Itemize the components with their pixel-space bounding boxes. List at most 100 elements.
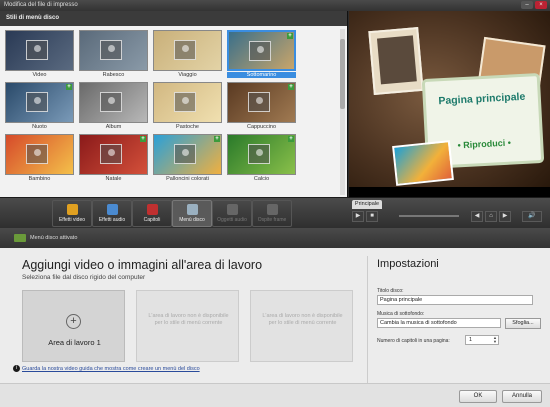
style-thumbnail-image: +: [227, 134, 296, 175]
add-media-subtitle: Seleziona file dal disco rigido del comp…: [22, 274, 146, 281]
preview-bottom-bar: [349, 187, 550, 197]
style-thumbnail-image: +: [79, 134, 148, 175]
photo-placeholder-icon: [100, 144, 122, 164]
area-unavailable-text: L'area di lavoro non è disponibile per l…: [262, 313, 343, 326]
style-thumbnail[interactable]: Album: [79, 82, 148, 132]
music-label: Musica di sottofondo:: [377, 311, 425, 317]
window-titlebar: Modifica del file di impresso – ×: [0, 0, 550, 11]
disc-menu-header: Menù disco attivato: [0, 228, 550, 248]
photo-placeholder-icon: [174, 144, 196, 164]
video-guide-link-text[interactable]: Guarda la nostra video guida che mostra …: [22, 366, 200, 372]
window-controls: – ×: [521, 1, 547, 9]
style-thumbnail[interactable]: Viaggio: [153, 30, 222, 80]
preview-player-controls: Principale ▶ ■ ◀ ⌂ ▶ 🔊: [349, 200, 550, 225]
tool-button[interactable]: Effetti video: [52, 200, 92, 227]
menu-preview: Pagina principale • Riproduci •: [349, 11, 550, 197]
style-thumbnail-image: +: [5, 82, 74, 123]
style-thumbnail-image: +: [227, 30, 296, 71]
close-button[interactable]: ×: [535, 1, 547, 9]
style-thumbnail-image: [79, 82, 148, 123]
style-thumbnail-label: Album: [105, 124, 122, 130]
style-thumbnail[interactable]: + Natale: [79, 134, 148, 184]
speaker-icon: [106, 204, 118, 215]
tool-button[interactable]: Menù disco: [172, 200, 212, 227]
chapters-stepper[interactable]: 1 ▲ ▼: [465, 335, 499, 345]
photo-placeholder-icon: [174, 40, 196, 60]
tool-button: Ospite frame: [252, 200, 292, 227]
photo-placeholder-icon: [248, 92, 270, 112]
menu-style-panel: Stili di menù disco Video Rabesco Viaggio +…: [0, 11, 348, 197]
premium-plus-icon: +: [288, 136, 294, 142]
scrollbar-thumb[interactable]: [340, 39, 345, 109]
disc-menu-status: Menù disco attivato: [30, 235, 78, 241]
stop-icon[interactable]: ■: [366, 211, 378, 222]
principale-tab[interactable]: Principale: [352, 200, 382, 209]
style-thumbnail[interactable]: + Cappuccino: [227, 82, 296, 132]
ok-button[interactable]: OK: [459, 390, 497, 403]
style-thumbnail[interactable]: Pastoche: [153, 82, 222, 132]
style-thumbnail[interactable]: + Sottomarino: [227, 30, 296, 80]
style-panel-scrollbar[interactable]: [340, 29, 345, 195]
settings-title: Impostazioni: [377, 258, 439, 270]
photo-placeholder-icon: [100, 92, 122, 112]
window-title: Modifica del file di impresso: [4, 2, 78, 8]
style-thumbnail[interactable]: Bambino: [5, 134, 74, 184]
cancel-button[interactable]: Annulla: [502, 390, 542, 403]
play-icon[interactable]: ▶: [352, 211, 364, 222]
disc-menu-icon: [186, 204, 198, 215]
premium-plus-icon: +: [66, 84, 72, 90]
browse-button[interactable]: Sfoglia...: [505, 318, 541, 329]
disc-title-input[interactable]: Pagina principale: [377, 295, 533, 305]
tool-button-label: Capitoli: [143, 217, 161, 223]
workspace-area-label: Area di lavoro 1: [48, 338, 101, 347]
preview-photo-thumbnail: [392, 140, 454, 186]
video-guide-link[interactable]: i Guarda la nostra video guida che mostr…: [13, 365, 200, 372]
style-thumbnail-image: [79, 30, 148, 71]
style-thumbnail[interactable]: + Calcio: [227, 134, 296, 184]
photo-placeholder-icon: [174, 92, 196, 112]
music-input[interactable]: Cambia la musica di sottofondo: [377, 318, 501, 328]
add-media-title: Aggiungi video o immagini all'area di la…: [22, 258, 263, 272]
premium-plus-icon: +: [288, 84, 294, 90]
photo-placeholder-icon: [100, 40, 122, 60]
disc-menu-icon: [14, 234, 26, 242]
home-icon[interactable]: ⌂: [485, 211, 497, 222]
minimize-button[interactable]: –: [521, 1, 533, 9]
tool-button: Oggetti audio: [212, 200, 252, 227]
style-thumbnail[interactable]: Video: [5, 30, 74, 80]
chapter-icon: [146, 204, 158, 215]
tool-button[interactable]: Capitoli: [132, 200, 172, 227]
tool-button-label: Ospite frame: [257, 217, 287, 223]
style-thumbnail-image: [5, 134, 74, 175]
tool-button[interactable]: Effetti audio: [92, 200, 132, 227]
style-thumbnail[interactable]: + Nuoto: [5, 82, 74, 132]
preview-title[interactable]: Pagina principale: [426, 90, 538, 108]
style-thumbnail-label: Rabesco: [102, 72, 125, 78]
style-thumbnail-image: [5, 30, 74, 71]
photo-placeholder-icon: [26, 40, 48, 60]
style-thumbnail-image: +: [227, 82, 296, 123]
style-thumbnail-image: +: [153, 134, 222, 175]
photo-placeholder-icon: [249, 41, 271, 61]
audio-objects-icon: [226, 204, 238, 215]
stepper-arrows-icon[interactable]: ▲ ▼: [493, 336, 497, 344]
premium-plus-icon: +: [140, 136, 146, 142]
tool-button-label: Effetti audio: [98, 217, 126, 223]
tool-button-label: Menù disco: [179, 217, 205, 223]
info-icon: i: [13, 365, 20, 372]
prev-icon[interactable]: ◀: [471, 211, 483, 222]
premium-plus-icon: +: [287, 33, 293, 39]
style-thumbnail-label: Pastoche: [176, 124, 199, 130]
tool-button-label: Effetti video: [58, 217, 86, 223]
workspace-area-1[interactable]: + Area di lavoro 1: [22, 290, 125, 362]
next-icon[interactable]: ▶: [499, 211, 511, 222]
style-thumbnail[interactable]: + Palloncini colorati: [153, 134, 222, 184]
volume-icon[interactable]: 🔊: [522, 211, 542, 222]
disc-title-label: Titolo disco:: [377, 288, 404, 294]
style-panel-header: Stili di menù disco: [0, 11, 347, 26]
style-thumbnail-label: Video: [32, 72, 47, 78]
playback-progress[interactable]: [399, 215, 459, 217]
style-thumbnail[interactable]: Rabesco: [79, 30, 148, 80]
style-thumbnail-label: Bambino: [28, 176, 51, 182]
frame-icon: [266, 204, 278, 215]
